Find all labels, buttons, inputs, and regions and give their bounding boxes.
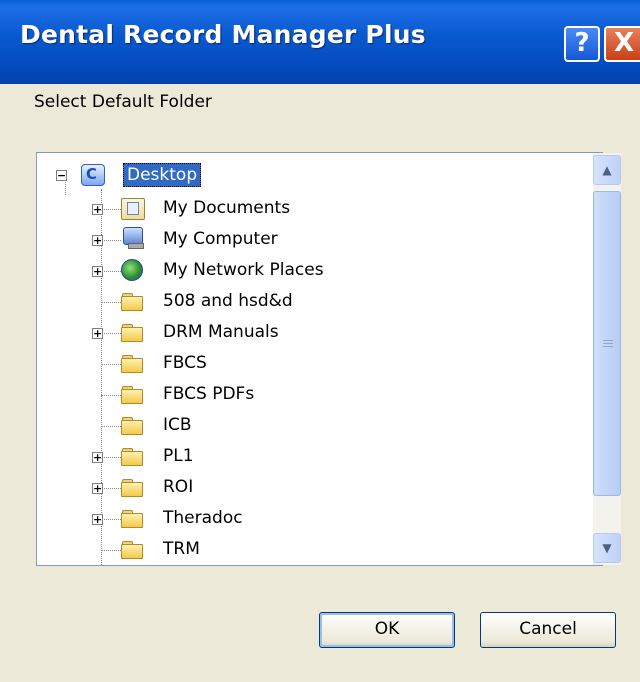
title-bar[interactable]: Dental Record Manager Plus ? X xyxy=(0,0,640,84)
tree-connector xyxy=(101,426,121,427)
tree-node-label: Desktop xyxy=(123,163,202,187)
my-computer-icon xyxy=(123,227,144,249)
expand-toggle[interactable]: + xyxy=(92,483,103,494)
grip-icon xyxy=(603,346,613,347)
scroll-up-button[interactable]: ▲ xyxy=(593,155,621,185)
tree-node-label: PL1 xyxy=(163,446,194,466)
tree-connector xyxy=(101,550,121,551)
tree-connector xyxy=(101,271,121,272)
tree-node-label: My Documents xyxy=(163,198,291,218)
dialog-window: Dental Record Manager Plus ? X Select De… xyxy=(0,0,640,682)
my-documents-icon xyxy=(121,198,145,220)
expand-toggle[interactable]: + xyxy=(92,235,103,246)
cancel-button[interactable]: Cancel xyxy=(480,612,616,648)
ok-button[interactable]: OK xyxy=(319,612,455,648)
tree-node-label: 508 and hsd&d xyxy=(163,291,293,311)
expand-toggle[interactable]: + xyxy=(92,452,103,463)
tree-node-label: FBCS xyxy=(163,353,207,373)
grip-icon xyxy=(603,340,613,341)
scroll-thumb[interactable] xyxy=(593,191,621,496)
tree-connector xyxy=(101,519,121,520)
scroll-down-button[interactable]: ▼ xyxy=(593,533,621,563)
tree-node-label: ROI xyxy=(163,477,194,497)
folder-icon xyxy=(121,417,143,435)
folder-tree[interactable]: − Desktop + My Documents + My Computer + xyxy=(36,152,603,566)
expand-toggle[interactable]: + xyxy=(92,328,103,339)
tree-connector xyxy=(101,333,121,334)
tree-node-label: Theradoc xyxy=(163,508,243,528)
tree-node-label: My Computer xyxy=(163,229,278,249)
tree-node-label: My Network Places xyxy=(163,260,324,280)
folder-icon xyxy=(121,510,143,528)
vertical-scrollbar[interactable]: ▲ ▼ xyxy=(593,153,621,565)
tree-node-label: TRM xyxy=(163,539,200,559)
expand-toggle[interactable]: + xyxy=(92,266,103,277)
grip-icon xyxy=(603,343,613,344)
folder-icon xyxy=(121,479,143,497)
tree-connector xyxy=(101,457,121,458)
folder-icon xyxy=(121,541,143,559)
desktop-icon xyxy=(81,164,105,186)
tree-connector xyxy=(101,302,121,303)
tree-connector xyxy=(101,240,121,241)
close-button[interactable]: X xyxy=(604,26,640,62)
prompt-label: Select Default Folder xyxy=(34,92,212,112)
tree-node-label: ICB xyxy=(163,415,192,435)
expand-toggle[interactable]: + xyxy=(92,514,103,525)
folder-icon xyxy=(121,448,143,466)
network-places-icon xyxy=(121,259,143,281)
tree-connector xyxy=(101,364,121,365)
collapse-desktop-toggle[interactable]: − xyxy=(56,170,67,181)
expand-toggle[interactable]: + xyxy=(92,204,103,215)
folder-icon xyxy=(121,324,143,342)
tree-connector xyxy=(101,488,121,489)
tree-connector xyxy=(101,209,121,210)
tree-node-label: FBCS PDFs xyxy=(163,384,255,404)
folder-icon xyxy=(121,293,143,311)
tree-node-label: DRM Manuals xyxy=(163,322,279,342)
folder-icon xyxy=(121,386,143,404)
help-button[interactable]: ? xyxy=(564,26,600,62)
window-title: Dental Record Manager Plus xyxy=(20,20,426,49)
tree-connector xyxy=(101,395,121,396)
folder-icon xyxy=(121,355,143,373)
